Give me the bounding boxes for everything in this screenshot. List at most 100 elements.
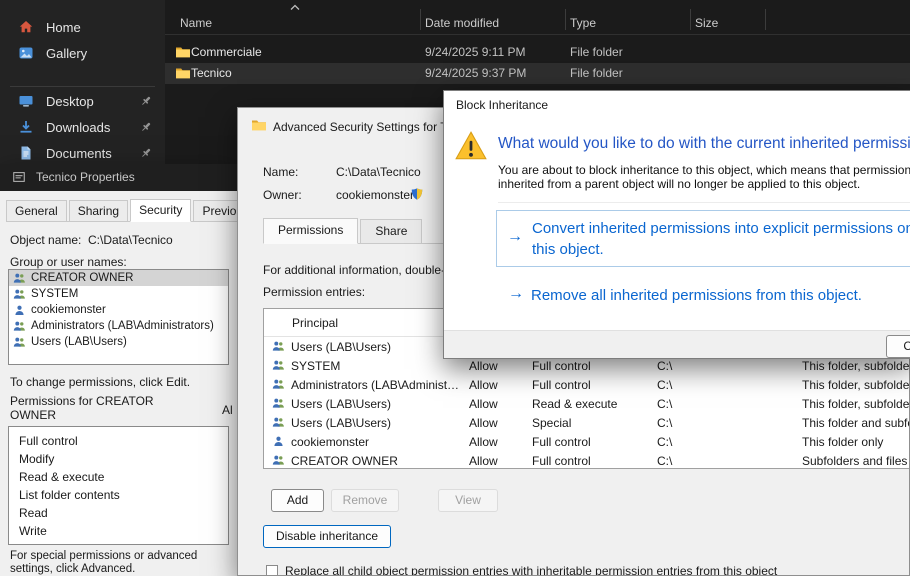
column-header-name[interactable]: Name [180,13,212,33]
principal-name: Administrators (LAB\Administrators) [31,320,214,332]
edit-hint: To change permissions, click Edit. [10,375,190,389]
home-icon [18,19,34,35]
dialog-body-line: inherited from a parent object will no l… [498,177,860,191]
file-row-commerciale[interactable]: Commerciale 9/24/2025 9:11 PM File folde… [165,42,910,63]
entries-label: Permission entries: [263,285,365,299]
entry-applies-to: This folder only [802,435,883,449]
permission-entry-row[interactable]: Users (LAB\Users) Allow Read & execute C… [264,394,910,413]
entry-principal: Administrators (LAB\Administrators) [291,378,463,392]
sidebar-item-home[interactable]: Home [0,14,165,40]
info-text: For additional information, double- [263,263,445,277]
desktop-icon [18,93,34,109]
list-item-creator-owner[interactable]: CREATOR OWNER [9,270,228,286]
permission-item[interactable]: Read & execute [9,468,228,486]
object-name-value: C:\Data\Tecnico [88,233,173,247]
pin-icon [139,146,153,160]
entry-applies-to: This folder and subfolders [802,416,910,430]
entry-access: Full control [532,454,591,468]
permissions-list[interactable]: Full control Modify Read & execute List … [8,426,229,545]
permission-entry-row[interactable]: Administrators (LAB\Administrators) Allo… [264,375,910,394]
file-row-tecnico[interactable]: Tecnico 9/24/2025 9:37 PM File folder [165,63,910,84]
group-icon [272,378,285,391]
column-header-size[interactable]: Size [695,13,718,33]
replace-permissions-label: Replace all child object permission entr… [285,564,777,576]
group-icon [13,320,26,333]
permission-entry-row[interactable]: CREATOR OWNER Allow Full control C:\ Sub… [264,451,910,470]
tab-sharing[interactable]: Sharing [69,200,128,222]
name-value: C:\Data\Tecnico [336,165,421,179]
column-header-type[interactable]: Type [570,13,596,33]
cancel-button[interactable]: Cancel [886,335,910,358]
group-icon [13,288,26,301]
group-icon [13,272,26,285]
sidebar-item-documents[interactable]: Documents [0,140,165,166]
tab-previous-versions[interactable]: Previous Versions [193,200,237,222]
groups-label: Group or user names: [10,255,127,269]
group-icon [13,336,26,349]
permission-item[interactable]: Write [9,522,228,540]
sidebar-item-downloads[interactable]: Downloads [0,114,165,140]
add-button[interactable]: Add [271,489,324,512]
convert-permissions-command-link[interactable]: → Convert inherited permissions into exp… [496,210,910,267]
file-date: 9/24/2025 9:37 PM [425,66,526,80]
sidebar-item-label: Home [46,20,81,35]
file-type: File folder [570,45,623,59]
entry-applies-to: This folder, subfolders and files [802,397,910,411]
view-button[interactable]: View [438,489,498,512]
sidebar-item-label: Desktop [46,94,94,109]
column-divider[interactable] [690,9,691,30]
user-icon [13,304,26,317]
file-date: 9/24/2025 9:11 PM [425,45,526,59]
permission-item[interactable]: Read [9,504,228,522]
tab-general[interactable]: General [6,200,67,222]
permissions-for-label: Permissions for CREATOR OWNER [10,394,168,422]
entry-applies-to: Subfolders and files only [802,454,910,468]
entry-principal: Users (LAB\Users) [291,416,391,430]
desktop: Home Gallery Desktop Downloads Documents [0,0,910,576]
remove-button[interactable]: Remove [331,489,399,512]
permission-item[interactable]: Full control [9,432,228,450]
entry-type: Allow [469,454,498,468]
list-item-administrators[interactable]: Administrators (LAB\Administrators) [9,318,228,334]
command-link-arrow-icon: → [507,228,523,246]
owner-label: Owner: [263,188,302,202]
entry-type: Allow [469,416,498,430]
list-item-system[interactable]: SYSTEM [9,286,228,302]
group-icon [272,340,285,353]
column-divider[interactable] [765,9,766,30]
properties-icon [12,170,26,184]
entry-access: Special [532,416,571,430]
warning-icon [454,129,488,163]
replace-permissions-checkbox[interactable] [266,565,278,576]
entry-applies-to: This folder, subfolders and files [802,378,910,392]
list-item-users[interactable]: Users (LAB\Users) [9,334,228,350]
list-item-cookiemonster[interactable]: cookiemonster [9,302,228,318]
group-user-list[interactable]: CREATOR OWNER SYSTEM cookiemonster Admin… [8,269,229,365]
entry-type: Allow [469,397,498,411]
column-divider[interactable] [420,9,421,30]
permission-item[interactable]: Modify [9,450,228,468]
properties-body: GeneralSharingSecurityPrevious Versions … [0,191,237,576]
sidebar-item-gallery[interactable]: Gallery [0,40,165,66]
principal-name: CREATOR OWNER [31,272,133,284]
tab-security[interactable]: Security [130,199,191,222]
permission-entry-row[interactable]: Users (LAB\Users) Allow Special C:\ This… [264,413,910,432]
object-name-label: Object name: [10,233,81,247]
entry-principal: CREATOR OWNER [291,454,398,468]
file-name: Tecnico [191,66,232,80]
tab-share[interactable]: Share [360,219,422,244]
permission-entry-row[interactable]: cookiemonster Allow Full control C:\ Thi… [264,432,910,451]
entry-principal: cookiemonster [291,435,369,449]
entry-principal: Users (LAB\Users) [291,340,391,354]
folder-icon [175,65,191,81]
disable-inheritance-button[interactable]: Disable inheritance [263,525,391,548]
tab-permissions[interactable]: Permissions [263,218,358,244]
permission-item[interactable]: List folder contents [9,486,228,504]
dialog-body-line: You are about to block inheritance to th… [498,163,910,177]
sidebar-item-desktop[interactable]: Desktop [0,88,165,114]
command-link-text: Convert inherited permissions into expli… [532,218,910,260]
principal-name: cookiemonster [31,304,106,316]
column-divider[interactable] [565,9,566,30]
column-header-date-modified[interactable]: Date modified [425,13,499,33]
entry-type: Allow [469,359,498,373]
